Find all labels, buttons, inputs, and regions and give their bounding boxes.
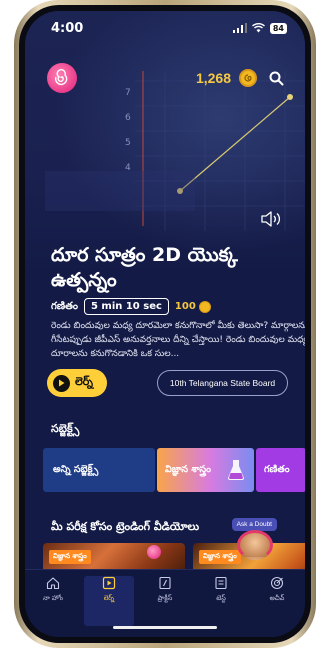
flask-icon <box>228 460 244 480</box>
nav-label: నా హోం <box>43 594 63 602</box>
nav-label: లెర్న్ <box>103 594 115 602</box>
nav-item-achieve[interactable]: అచీవ్ <box>252 576 302 626</box>
subject-label: గణితం <box>51 300 78 312</box>
hero-banner[interactable]: 7 6 5 4 <box>25 11 305 279</box>
test-icon <box>215 576 227 590</box>
subject-card-label: గణితం <box>264 463 290 475</box>
home-icon <box>46 577 60 590</box>
video-subject-tag: విజ్ఞాన శాస్త్రం <box>49 550 91 564</box>
top-bar: 1,268 <box>47 63 287 93</box>
hero-actions: లెర్న్ 10th Telangana State Board <box>47 368 305 398</box>
video-meta: గణితం 5 min 10 sec 100 <box>51 298 211 315</box>
coin-balance[interactable]: 1,268 <box>196 70 231 86</box>
app-screen: 7 6 5 4 4:00 84 1,268 దూర సూత్రం 2D యొక్… <box>25 11 305 637</box>
app-logo-icon <box>147 545 161 559</box>
phone-frame: 7 6 5 4 4:00 84 1,268 దూర సూత్రం 2D యొక్… <box>14 0 316 648</box>
nav-label: ప్రాక్టీస్ <box>157 594 173 602</box>
coin-icon <box>198 300 211 313</box>
swirl-logo-icon <box>54 69 68 86</box>
duration-badge: 5 min 10 sec <box>83 298 169 315</box>
play-icon <box>53 374 70 392</box>
search-icon <box>269 71 283 85</box>
top-right-controls: 1,268 <box>196 67 287 89</box>
app-logo[interactable] <box>47 63 77 93</box>
battery-indicator: 84 <box>269 22 287 34</box>
speaker-icon <box>261 211 281 227</box>
status-bar: 4:00 84 <box>25 11 305 45</box>
trending-section-title: మీ పరీక్ష కోసం ట్రెండింగ్ వీడియోలు <box>51 520 200 533</box>
signal-icon <box>232 23 247 33</box>
nav-label: టెస్ట్ <box>216 594 226 602</box>
nav-item-learn[interactable]: లెర్న్ <box>84 576 134 626</box>
video-description: రెండు బిందువుల మధ్య దూరమెలా కనుగొనాలో మీ… <box>51 321 305 359</box>
sound-toggle-button[interactable] <box>261 211 283 231</box>
phone-bezel: 7 6 5 4 4:00 84 1,268 దూర సూత్రం 2D యొక్… <box>19 5 311 643</box>
subject-card-science[interactable]: విజ్ఞాన శాస్త్రం <box>157 448 254 492</box>
search-button[interactable] <box>265 67 287 89</box>
subject-card-label: అన్ని సబ్జెక్ట్స్ <box>53 463 99 475</box>
achieve-icon <box>270 576 284 590</box>
nav-item-test[interactable]: టెస్ట్ <box>196 576 246 626</box>
subject-card-label: విజ్ఞాన శాస్త్రం <box>165 463 211 475</box>
video-title: దూర సూత్రం 2D యొక్క ఉత్పన్నం <box>51 244 238 291</box>
subject-card-all[interactable]: అన్ని సబ్జెక్ట్స్ <box>43 448 155 492</box>
nav-item-home[interactable]: నా హోం <box>28 576 78 626</box>
axis-tick-5: 5 <box>125 138 131 148</box>
status-time: 4:00 <box>51 20 84 36</box>
practice-icon <box>159 576 171 590</box>
learn-icon <box>102 576 116 590</box>
doubt-assistant-avatar[interactable] <box>237 530 273 560</box>
wifi-icon <box>251 23 265 33</box>
board-selector-pill[interactable]: 10th Telangana State Board <box>156 370 289 396</box>
status-icons: 84 <box>232 22 287 34</box>
coin-reward-value: 100 <box>174 301 196 312</box>
subject-card-math[interactable]: గణితం <box>256 448 305 492</box>
learn-button[interactable]: లెర్న్ <box>47 369 107 397</box>
subjects-carousel[interactable]: అన్ని సబ్జెక్ట్స్ విజ్ఞాన శాస్త్రం గణితం <box>43 448 305 493</box>
video-subject-tag: విజ్ఞాన శాస్త్రం <box>199 550 241 564</box>
hero-graph-illustration: 7 6 5 4 <box>45 71 305 231</box>
coin-reward: 100 <box>174 300 211 313</box>
learn-button-label: లెర్న్ <box>75 375 93 388</box>
coin-icon <box>239 69 257 87</box>
axis-tick-6: 6 <box>125 113 131 123</box>
nav-item-practice[interactable]: ప్రాక్టీస్ <box>140 576 190 626</box>
subjects-section-title: సబ్జెక్ట్స్ <box>51 422 80 435</box>
nav-label: అచీవ్ <box>269 594 285 602</box>
home-indicator[interactable] <box>113 626 217 629</box>
